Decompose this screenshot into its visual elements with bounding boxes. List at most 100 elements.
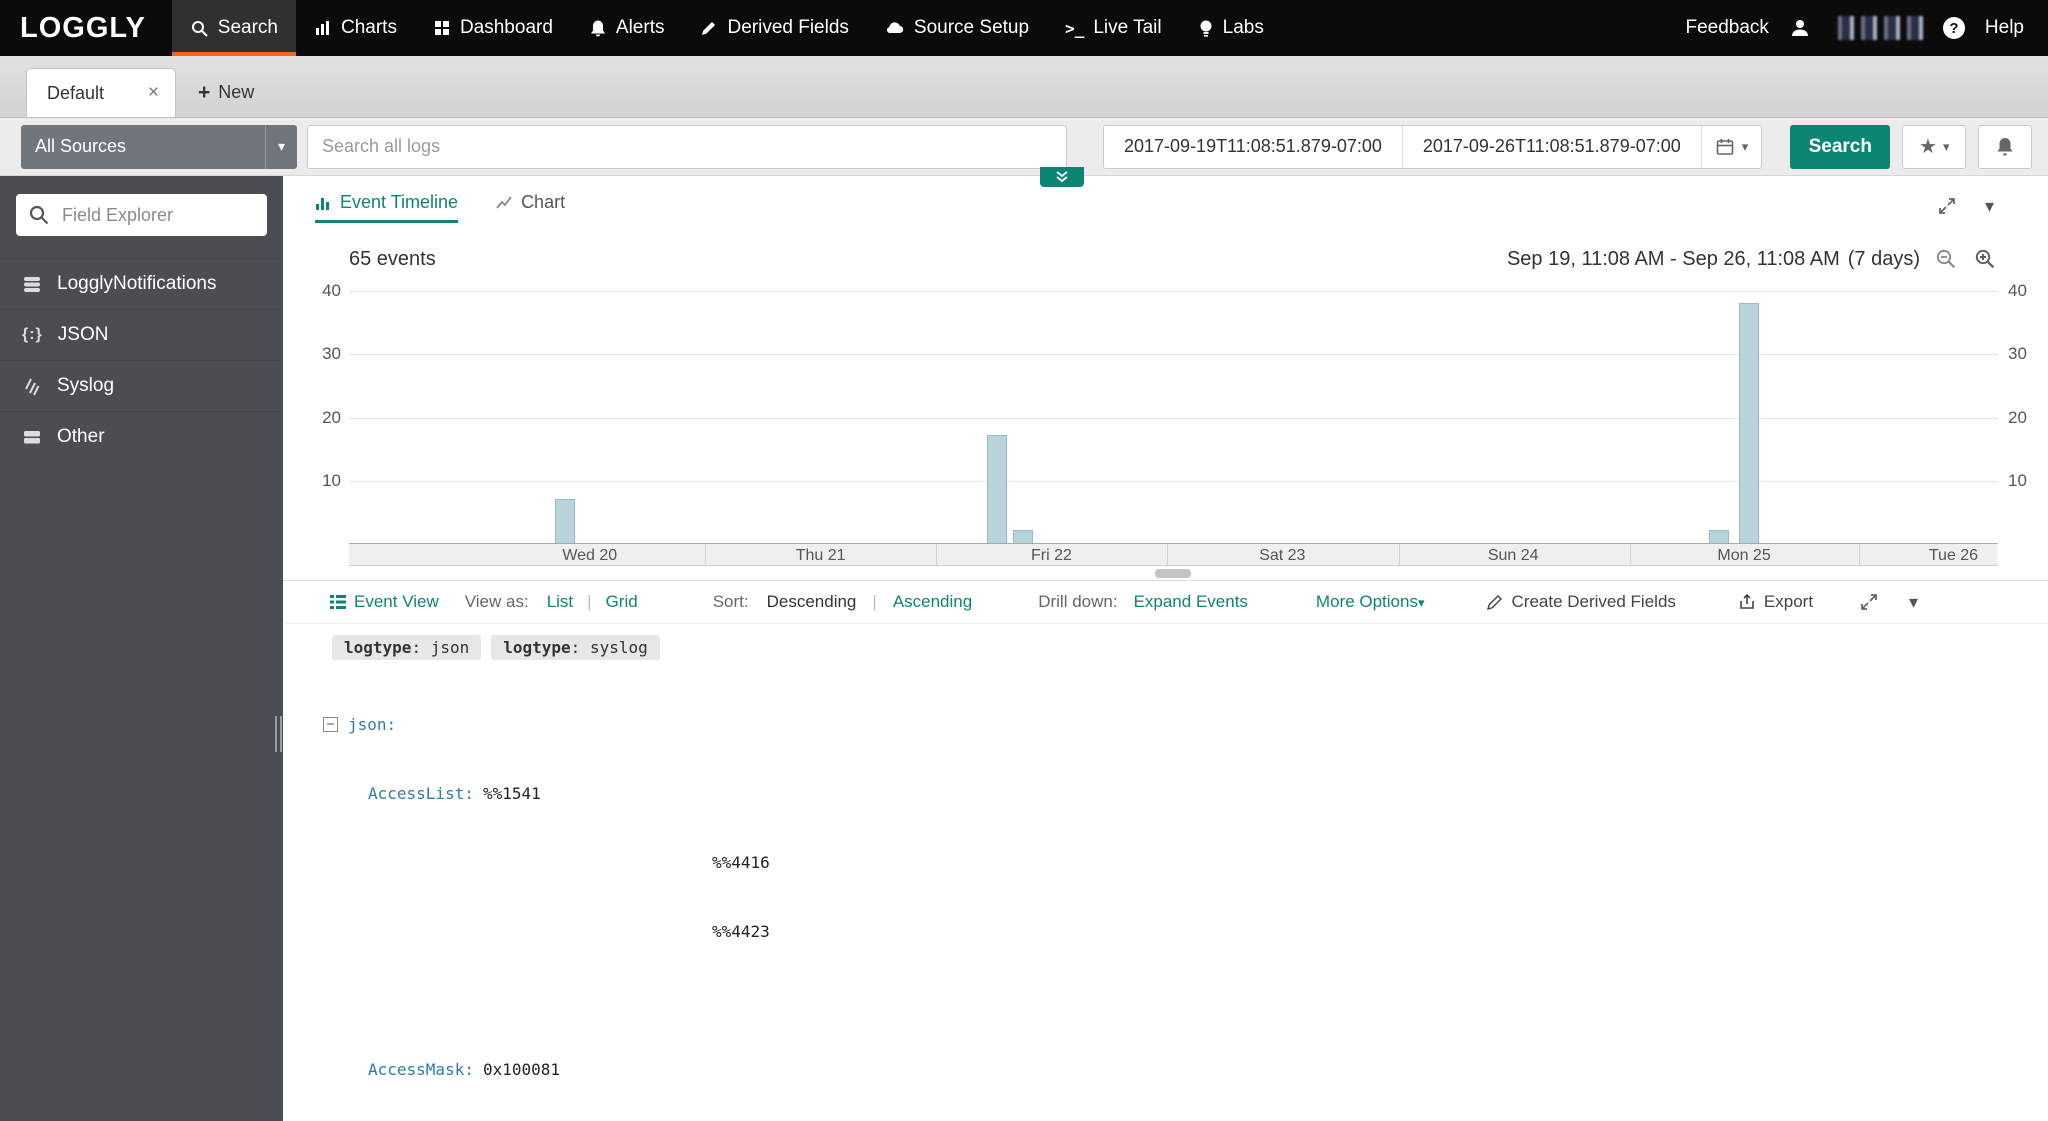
chart-bar[interactable] [1709,530,1729,543]
sidebar-item-syslog[interactable]: Syslog [0,360,283,411]
account-name-redacted[interactable] [1831,16,1923,40]
source-filter-dropdown[interactable]: All Sources ▾ [21,125,297,169]
log-field-key[interactable]: AccessMask: [368,1060,474,1079]
view-grid-link[interactable]: Grid [606,592,638,612]
chevron-down-icon[interactable]: ▾ [1909,593,1918,611]
view-as-label: View as: [465,592,529,612]
sidebar-item-label: Other [57,426,105,448]
help-link[interactable]: Help [1985,17,2024,39]
sidebar-item-other[interactable]: Other [0,411,283,462]
collapse-panel-button[interactable] [1040,167,1084,187]
logtype-tag[interactable]: logtype: json [332,635,481,660]
nav-label: Live Tail [1093,17,1161,39]
close-icon[interactable]: × [148,82,159,104]
x-axis-label: Tue 26 [1929,547,1978,565]
export-button[interactable]: Export [1738,592,1813,612]
more-options-dropdown[interactable]: More Options▾ [1316,592,1425,612]
time-range: Sep 19, 11:08 AM - Sep 26, 11:08 AM (7 d… [1507,247,1998,272]
bell-icon [1995,136,2015,157]
nav-item-derived-fields[interactable]: Derived Fields [682,0,866,56]
tab-label: Default [47,83,104,104]
tab-default[interactable]: Default × [26,68,176,117]
chevron-down-icon[interactable]: ▾ [1985,197,1994,215]
view-list-link[interactable]: List [547,592,573,612]
sort-label: Sort: [713,592,749,612]
user-icon[interactable] [1789,17,1811,39]
logtype-tag[interactable]: logtype: syslog [491,635,660,660]
saved-searches-button[interactable]: ★ ▾ [1902,125,1966,169]
chart-bar[interactable] [1013,530,1033,543]
line-chart-icon [496,195,512,211]
nav-item-live-tail[interactable]: >_ Live Tail [1047,0,1180,56]
date-to-field[interactable]: 2017-09-26T11:08:51.879-07:00 [1402,126,1701,168]
divider: | [587,592,591,612]
source-filter-value: All Sources [35,136,126,157]
field-explorer-search [16,194,267,236]
collapse-icon[interactable]: − [323,717,338,732]
chart-bar[interactable] [987,435,1007,543]
new-tab-button[interactable]: + New [176,68,276,117]
tab-chart[interactable]: Chart [496,192,565,223]
event-view-title: Event View [330,592,439,612]
search-bar-row: All Sources ▾ 2017-09-19T11:08:51.879-07… [0,118,2048,176]
y-axis-label: 10 [299,471,341,491]
nav-item-source-setup[interactable]: Source Setup [867,0,1047,56]
date-picker-button[interactable]: ▾ [1701,126,1762,168]
list-view-icon [330,594,346,610]
search-button[interactable]: Search [1790,125,1890,169]
zoom-out-icon[interactable] [1934,247,1959,272]
calendar-icon [1715,137,1735,157]
time-range-duration: (7 days) [1848,248,1920,271]
chart-x-axis: Wed 20Thu 21Fri 22Sat 23Sun 24Mon 25Tue … [349,544,1998,566]
create-derived-fields-button[interactable]: Create Derived Fields [1486,592,1676,612]
expand-icon[interactable] [1937,196,1957,216]
chart-bar[interactable] [555,499,575,543]
nav-item-dashboard[interactable]: Dashboard [415,0,571,56]
dashboard-icon [433,19,451,37]
nav-item-search[interactable]: Search [172,0,296,56]
double-chevron-down-icon [1054,170,1070,184]
chart-bar[interactable] [1739,303,1759,543]
zoom-in-icon[interactable] [1973,247,1998,272]
bell-icon [589,19,607,38]
x-axis-label: Mon 25 [1717,547,1770,565]
sidebar-item-logglynotifications[interactable]: LogglyNotifications [0,258,283,309]
loggly-logo[interactable]: LOGGLY [0,0,172,56]
nav-label: Dashboard [460,17,553,39]
y-axis-label: 10 [2008,471,2048,491]
x-axis-label: Sat 23 [1259,547,1305,565]
nav-right: Feedback ? Help [1685,0,2048,56]
field-explorer-sidebar: LogglyNotifications {:} JSON Syslog Othe… [0,176,283,1121]
feedback-link[interactable]: Feedback [1685,17,1768,39]
content-panel: Event Timeline Chart ▾ 65 events Sep 19,… [283,176,2048,1121]
date-from-field[interactable]: 2017-09-19T11:08:51.879-07:00 [1104,126,1402,168]
chevron-down-icon: ▾ [1943,139,1950,155]
lightbulb-icon [1198,19,1214,38]
log-line: AccessList:%%1541 [323,782,2048,805]
event-tags: logtype: json logtype: syslog [332,635,2048,660]
expand-icon[interactable] [1859,592,1879,612]
log-field-key[interactable]: AccessList: [368,784,474,803]
y-axis-label: 20 [2008,408,2048,428]
field-explorer-input[interactable] [16,194,267,236]
log-field-key[interactable]: json: [348,713,396,736]
tab-event-timeline[interactable]: Event Timeline [315,192,458,223]
search-tab-bar: Default × + New [0,56,2048,118]
sort-ascending-link[interactable]: Ascending [893,592,972,612]
x-axis-label: Thu 21 [796,547,846,565]
nav-item-charts[interactable]: Charts [296,0,415,56]
sidebar-item-json[interactable]: {:} JSON [0,309,283,360]
pencil-icon [1486,593,1504,611]
nav-item-labs[interactable]: Labs [1180,0,1282,56]
event-view-toolbar: Event View View as: List | Grid Sort: De… [283,580,2048,624]
expand-events-link[interactable]: Expand Events [1134,592,1248,612]
chart-scroll-handle[interactable] [1155,569,1191,578]
log-json-tree: − json: AccessList:%%1541 %%4416 %%4423 … [323,667,2048,1121]
sort-descending[interactable]: Descending [767,592,857,612]
nav-label: Source Setup [914,17,1029,39]
new-tab-label: New [218,82,254,103]
search-query-input[interactable] [307,125,1067,169]
alerts-button[interactable] [1978,125,2032,169]
sidebar-item-label: Syslog [57,375,114,397]
nav-item-alerts[interactable]: Alerts [571,0,683,56]
